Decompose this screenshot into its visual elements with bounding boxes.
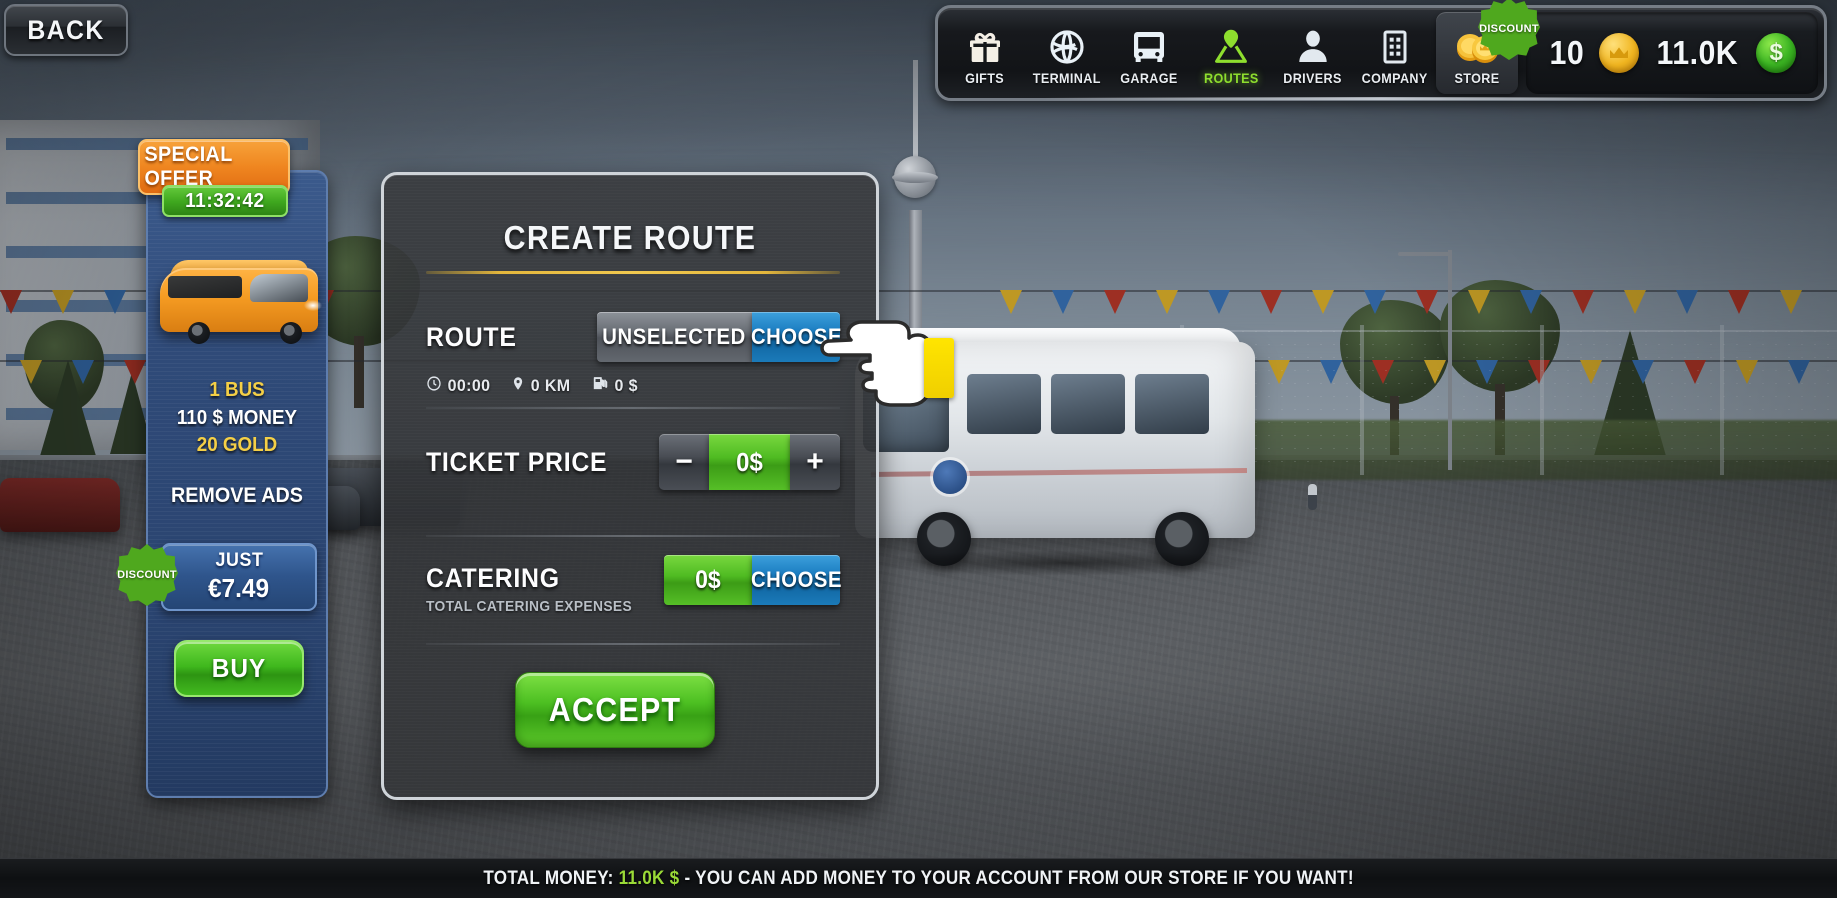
- route-distance-value: 0 KM: [531, 376, 571, 395]
- route-choose-label: CHOOSE: [750, 324, 842, 349]
- route-duration-value: 00:00: [447, 376, 491, 395]
- back-button[interactable]: BACK: [4, 4, 128, 56]
- street-lamp-arm: [1398, 252, 1450, 256]
- gold-amount: 10: [1549, 34, 1584, 71]
- title-divider: [426, 271, 840, 274]
- catering-value[interactable]: 0$: [664, 555, 752, 605]
- building-icon: [1375, 21, 1415, 67]
- white-coach-bus: [855, 300, 1275, 600]
- offer-price-box: JUST €7.49: [161, 543, 317, 611]
- catering-choose-label: CHOOSE: [750, 567, 842, 592]
- nav-label-drivers: DRIVERS: [1283, 69, 1343, 86]
- catering-row: CATERING TOTAL CATERING EXPENSES 0$ CHOO…: [426, 553, 842, 625]
- nav-label-terminal: TERMINAL: [1033, 69, 1101, 86]
- status-text: TOTAL MONEY: 11.0K $ - YOU CAN ADD MONEY…: [483, 868, 1353, 890]
- special-offer-timer: 11:32:42: [162, 185, 288, 217]
- route-label: ROUTE: [426, 321, 517, 352]
- nav-item-routes[interactable]: ROUTES: [1190, 12, 1272, 94]
- price-value: €7.49: [208, 573, 270, 603]
- route-stat-duration: 00:00: [426, 375, 490, 397]
- decrease-icon: −: [675, 445, 693, 478]
- divider: [426, 407, 840, 409]
- orange-bus-image: [154, 240, 322, 360]
- status-money: 11.0K $: [618, 867, 680, 889]
- game-screen: BACK GIFTS TERMINAL GARAGE ROUTES DRIVER…: [0, 0, 1837, 898]
- nav-label-garage: GARAGE: [1120, 69, 1178, 86]
- catering-label: CATERING: [426, 563, 560, 593]
- accept-button-label: ACCEPT: [548, 691, 682, 728]
- offer-item-money: 110 $ MONEY: [176, 406, 298, 429]
- route-stat-fuel: 0 $: [592, 375, 638, 397]
- route-row: ROUTE UNSELECTED CHOOSE: [426, 311, 842, 363]
- map-pin-icon: [1211, 21, 1251, 67]
- buy-button[interactable]: BUY: [174, 640, 304, 697]
- nav-item-store[interactable]: DISCOUNT STORE: [1436, 0, 1540, 94]
- offer-item-bus: 1 BUS: [209, 379, 265, 401]
- increase-icon: +: [806, 445, 824, 478]
- special-offer-title: SPECIAL OFFER: [144, 143, 233, 190]
- offer-item-remove-ads: REMOVE ADS: [170, 483, 303, 507]
- dialog-title: CREATE ROUTE: [503, 219, 757, 256]
- divider: [426, 643, 840, 645]
- person-icon: [1293, 21, 1333, 67]
- route-value-button[interactable]: UNSELECTED: [597, 312, 752, 362]
- status-suffix: - YOU CAN ADD MONEY TO YOUR ACCOUNT FROM…: [679, 867, 1354, 889]
- nav-label-store: STORE: [1454, 69, 1500, 86]
- nav-item-gifts[interactable]: GIFTS: [944, 12, 1026, 94]
- back-button-label: BACK: [27, 14, 105, 45]
- top-navigation-bar: GIFTS TERMINAL GARAGE ROUTES DRIVERS COM…: [935, 0, 1827, 101]
- accept-button[interactable]: ACCEPT: [515, 672, 715, 748]
- timer-value: 11:32:42: [185, 189, 265, 212]
- divider: [426, 535, 840, 537]
- ticket-price-label: TICKET PRICE: [426, 446, 608, 477]
- gift-icon: [965, 21, 1005, 67]
- nav-item-garage[interactable]: GARAGE: [1108, 12, 1190, 94]
- ticket-price-row: TICKET PRICE − 0$ +: [426, 427, 840, 497]
- ticket-price-amount: 0$: [736, 446, 763, 477]
- gold-coin-icon: [1599, 33, 1640, 73]
- money-amount: 11.0K: [1657, 34, 1739, 71]
- route-value-label: UNSELECTED: [602, 324, 747, 349]
- buy-button-label: BUY: [211, 653, 267, 683]
- ticket-price-increase-button[interactable]: +: [790, 434, 840, 490]
- offer-item-gold: 20 GOLD: [196, 434, 278, 457]
- pedestrian: [1308, 484, 1317, 510]
- catering-amount: 0$: [695, 565, 721, 594]
- status-prefix: TOTAL MONEY:: [483, 867, 619, 889]
- route-stat-distance: 0 KM: [511, 375, 571, 397]
- nav-item-drivers[interactable]: DRIVERS: [1272, 12, 1354, 94]
- nav-label-gifts: GIFTS: [965, 69, 1005, 86]
- wallet-display[interactable]: 10 11.0K $: [1526, 12, 1818, 94]
- nav-item-company[interactable]: COMPANY: [1354, 12, 1436, 94]
- bottom-status-bar: TOTAL MONEY: 11.0K $ - YOU CAN ADD MONEY…: [0, 858, 1837, 898]
- create-route-dialog: CREATE ROUTE ROUTE UNSELECTED CHOOSE 00:…: [381, 172, 879, 800]
- ticket-price-value[interactable]: 0$: [709, 434, 790, 490]
- catering-choose-button[interactable]: CHOOSE: [750, 555, 842, 605]
- globe-icon: [1047, 21, 1087, 67]
- nav-label-company: COMPANY: [1361, 69, 1428, 86]
- parked-car: [0, 478, 120, 532]
- route-choose-button[interactable]: CHOOSE: [750, 312, 842, 362]
- green-dollar-icon: $: [1756, 33, 1797, 73]
- nav-label-routes: ROUTES: [1203, 69, 1259, 86]
- route-fuel-value: 0 $: [614, 376, 638, 395]
- map-pin-icon: [511, 375, 525, 397]
- nav-item-terminal[interactable]: TERMINAL: [1026, 12, 1108, 94]
- price-label: JUST: [215, 550, 263, 571]
- street-lamp: [1448, 250, 1452, 470]
- bus-icon: [1129, 21, 1169, 67]
- catering-sublabel: TOTAL CATERING EXPENSES: [426, 598, 633, 615]
- clock-icon: [426, 375, 442, 397]
- ticket-price-decrease-button[interactable]: −: [659, 434, 709, 490]
- route-stats: 00:00 0 KM 0 $: [426, 375, 840, 397]
- fuel-pump-icon: [592, 375, 609, 397]
- offer-contents: 1 BUS 110 $ MONEY 20 GOLD REMOVE ADS: [148, 377, 326, 511]
- special-offer-panel: SPECIAL OFFER 11:32:42 1 BUS 110 $ MONEY…: [116, 139, 328, 798]
